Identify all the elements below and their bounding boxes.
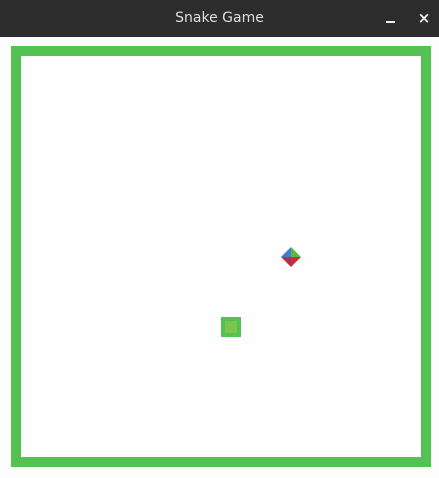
snake-head [221, 317, 241, 337]
close-button[interactable]: × [411, 0, 437, 37]
food-item [281, 247, 301, 267]
close-icon: × [417, 9, 431, 27]
food-bottom-left-facet [281, 257, 291, 267]
food-bottom-right-facet [291, 257, 301, 267]
food-top-right-facet [291, 247, 301, 257]
game-border [11, 46, 431, 467]
snake-game-window: Snake Game × [0, 0, 439, 478]
food-top-left-facet [281, 247, 291, 257]
title-bar: Snake Game × [0, 0, 439, 37]
window-title: Snake Game [175, 10, 264, 26]
minimize-button[interactable] [378, 0, 404, 37]
minimize-icon [386, 21, 395, 23]
game-canvas[interactable] [0, 37, 439, 478]
